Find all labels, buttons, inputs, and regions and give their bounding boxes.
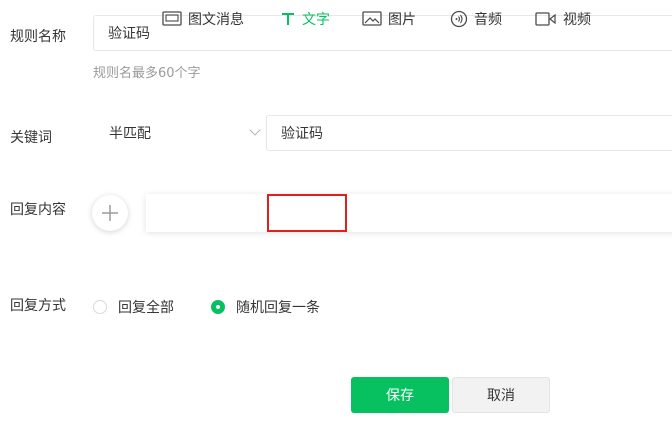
rule-name-hint: 规则名最多60个字 [93, 66, 201, 81]
reply-mode-label: 回复方式 [10, 298, 66, 314]
keyword-input[interactable]: 验证码 [266, 115, 672, 151]
match-type-value: 半匹配 [109, 126, 151, 142]
radio-reply-random-label: 随机回复一条 [236, 300, 320, 316]
auto-reply-rule-form: 规则名称 验证码 规则名最多60个字 关键词 半匹配 验证码 回复内容 图文消息… [0, 0, 672, 424]
reply-type-toolbar [146, 194, 672, 232]
reply-type-image[interactable]: 图片 [362, 0, 416, 38]
keyword-value: 验证码 [281, 126, 323, 142]
reply-content-label: 回复内容 [10, 202, 66, 218]
radio-reply-all-label: 回复全部 [118, 300, 174, 316]
keyword-label: 关键词 [10, 130, 52, 146]
reply-type-text[interactable]: 文字 [280, 0, 330, 38]
highlight-box [267, 194, 347, 232]
chevron-down-icon [249, 124, 261, 136]
reply-type-news-label: 图文消息 [188, 12, 244, 28]
radio-unchecked-icon [93, 300, 107, 314]
text-icon [282, 13, 294, 25]
reply-type-image-label: 图片 [388, 12, 416, 28]
radio-reply-random[interactable]: 随机回复一条 [211, 297, 320, 317]
radio-checked-icon [211, 300, 225, 314]
plus-icon [102, 205, 118, 221]
video-icon [535, 12, 556, 26]
reply-type-video[interactable]: 视频 [535, 0, 591, 38]
save-button[interactable]: 保存 [351, 377, 449, 413]
news-icon [162, 11, 182, 26]
rule-name-value: 验证码 [108, 26, 150, 42]
reply-type-text-label: 文字 [302, 12, 330, 28]
cancel-button[interactable]: 取消 [452, 377, 550, 413]
reply-type-audio-label: 音频 [474, 12, 502, 28]
radio-reply-all[interactable]: 回复全部 [93, 297, 174, 317]
reply-type-audio[interactable]: 音频 [450, 0, 502, 38]
add-reply-button[interactable] [92, 195, 128, 231]
rule-name-label: 规则名称 [10, 29, 66, 45]
reply-type-news[interactable]: 图文消息 [162, 0, 244, 38]
audio-icon [450, 10, 468, 28]
reply-type-video-label: 视频 [563, 12, 591, 28]
image-icon [362, 11, 382, 26]
match-type-select[interactable]: 半匹配 [93, 116, 265, 150]
